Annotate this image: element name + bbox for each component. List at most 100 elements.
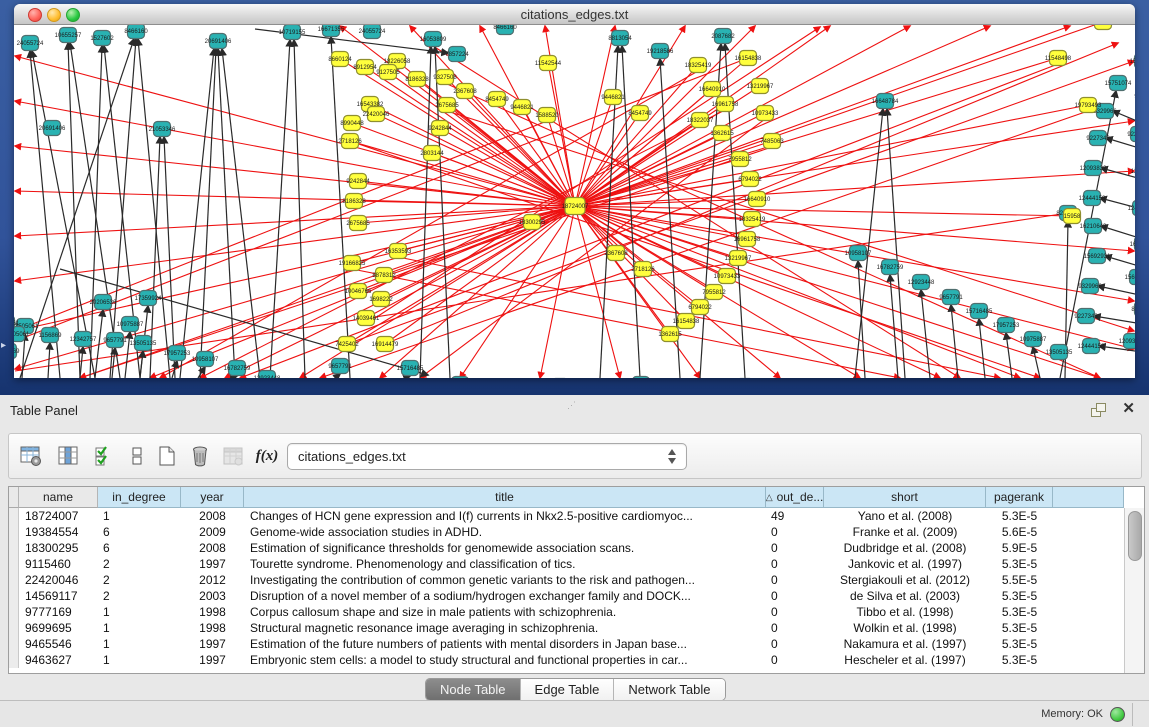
cell-year[interactable]: 1997: [181, 556, 244, 572]
graph-node[interactable]: 8186328: [405, 72, 429, 87]
graph-node[interactable]: 10975887: [117, 317, 144, 332]
graph-node[interactable]: 10958107: [192, 352, 219, 367]
cell-title[interactable]: Corpus callosum shape and size in male p…: [244, 604, 766, 620]
graph-node[interactable]: 17957253: [993, 318, 1020, 333]
red-edge[interactable]: [350, 141, 1040, 378]
tab-edge-table[interactable]: Edge Table: [521, 679, 615, 700]
graph-node[interactable]: 1588520: [535, 108, 559, 123]
cell-name[interactable]: 18300295: [19, 540, 98, 556]
graph-node[interactable]: 11548498: [1090, 25, 1117, 30]
black-edge[interactable]: [200, 49, 216, 378]
black-edge[interactable]: [164, 137, 175, 378]
cell-year[interactable]: 1997: [181, 652, 244, 668]
cell-in_degree[interactable]: 6: [98, 540, 181, 556]
selection-mode-button[interactable]: [91, 442, 119, 470]
cell-name[interactable]: 22420046: [19, 572, 98, 588]
show-columns-button[interactable]: [54, 442, 82, 470]
cell-name[interactable]: 9115460: [19, 556, 98, 572]
cell-out_degree[interactable]: 0: [766, 588, 824, 604]
graph-node[interactable]: 15692931: [1084, 249, 1111, 264]
cell-in_degree[interactable]: 1: [98, 636, 181, 652]
graph-node[interactable]: 9329966: [1078, 279, 1102, 294]
graph-node[interactable]: 10719155: [279, 25, 306, 40]
column-header-name[interactable]: name: [19, 487, 98, 508]
cell-filler[interactable]: [1053, 572, 1124, 588]
graph-node[interactable]: 13505135: [130, 336, 157, 351]
cell-pagerank[interactable]: 5.3E-5: [986, 508, 1053, 524]
graph-node[interactable]: 1156869: [39, 328, 63, 343]
red-edge[interactable]: [548, 63, 575, 206]
graph-node[interactable]: 16782759: [224, 361, 251, 376]
graph-node[interactable]: 2367608: [453, 84, 477, 99]
cell-name[interactable]: 9777169: [19, 604, 98, 620]
cell-out_degree[interactable]: 0: [766, 636, 824, 652]
graph-node[interactable]: 7955812: [728, 152, 752, 167]
black-edge[interactable]: [335, 374, 340, 378]
graph-node[interactable]: 8215953: [1131, 302, 1135, 317]
graph-node[interactable]: 24055724: [17, 36, 44, 51]
cell-in_degree[interactable]: 1: [98, 652, 181, 668]
hidden-panel-arrow-icon[interactable]: ▸: [1, 340, 6, 351]
graph-node[interactable]: 10973433: [752, 106, 779, 121]
red-edge[interactable]: [15, 206, 575, 331]
red-edge[interactable]: [575, 120, 700, 206]
red-edge[interactable]: [398, 257, 1000, 378]
cell-title[interactable]: Investigating the contribution of common…: [244, 572, 766, 588]
cell-pagerank[interactable]: 5.9E-5: [986, 540, 1053, 556]
graph-node[interactable]: 13505135: [1046, 345, 1073, 360]
cell-short[interactable]: Yano et al. (2008): [824, 508, 986, 524]
graph-node[interactable]: 15751074: [1105, 76, 1132, 91]
graph-node[interactable]: 2367608: [604, 246, 628, 261]
graph-node[interactable]: 12923448: [908, 275, 935, 290]
graph-node[interactable]: 11542544: [535, 56, 562, 71]
table-row[interactable]: 911546021997Tourette syndrome. Phenomeno…: [9, 556, 1124, 572]
graph-node[interactable]: 15716485: [966, 304, 993, 319]
black-edge[interactable]: [90, 46, 102, 378]
graph-node[interactable]: 16053809: [420, 32, 447, 47]
red-edge[interactable]: [575, 206, 670, 334]
black-edge[interactable]: [1006, 333, 1012, 378]
black-edge[interactable]: [180, 49, 214, 378]
graph-node[interactable]: 10975887: [628, 377, 655, 379]
black-edge[interactable]: [270, 40, 290, 378]
network-canvas[interactable]: 2405572410655257152760284661602069140610…: [14, 25, 1135, 378]
graph-node[interactable]: 16648784: [872, 94, 899, 109]
graph-node[interactable]: 12342757: [70, 332, 97, 347]
cell-short[interactable]: Hescheler et al. (1997): [824, 652, 986, 668]
cell-in_degree[interactable]: 1: [98, 508, 181, 524]
column-header-pagerank[interactable]: pagerank: [986, 487, 1053, 508]
graph-node[interactable]: 8912954: [353, 60, 377, 75]
cell-year[interactable]: 2009: [181, 524, 244, 540]
graph-node[interactable]: 20691406: [205, 34, 232, 49]
cell-out_degree[interactable]: 0: [766, 556, 824, 572]
cell-gutter[interactable]: [9, 588, 19, 604]
cell-in_degree[interactable]: 2: [98, 556, 181, 572]
cell-gutter[interactable]: [9, 636, 19, 652]
graph-node[interactable]: 16961758: [712, 97, 739, 112]
graph-node[interactable]: 13219967: [747, 79, 774, 94]
cell-filler[interactable]: [1053, 588, 1124, 604]
cell-short[interactable]: Nakamura et al. (1997): [824, 636, 986, 652]
graph-node[interactable]: 7857224: [445, 47, 469, 62]
graph-node[interactable]: 20206536: [90, 295, 117, 310]
cell-name[interactable]: 9699695: [19, 620, 98, 636]
cell-gutter[interactable]: [9, 620, 19, 636]
black-edge[interactable]: [140, 351, 143, 378]
graph-node[interactable]: 1362615: [710, 126, 734, 141]
table-row[interactable]: 1938455462009Genome-wide association stu…: [9, 524, 1124, 540]
cell-year[interactable]: 1998: [181, 604, 244, 620]
graph-node[interactable]: 2675685: [346, 216, 370, 231]
tab-network-table[interactable]: Network Table: [614, 679, 724, 700]
cell-filler[interactable]: [1053, 652, 1124, 668]
table-row[interactable]: 969969511998Structural magnetic resonanc…: [9, 620, 1124, 636]
cell-pagerank[interactable]: 5.3E-5: [986, 620, 1053, 636]
float-panel-icon[interactable]: [1091, 403, 1107, 417]
graph-node[interactable]: 19218586: [647, 44, 674, 59]
cell-pagerank[interactable]: 5.5E-5: [986, 572, 1053, 588]
graph-node[interactable]: 8990448: [340, 116, 364, 131]
graph-node[interactable]: 20691406: [39, 121, 66, 136]
vertical-scrollbar[interactable]: [1124, 508, 1144, 673]
graph-node[interactable]: 15692931: [1125, 270, 1135, 285]
cell-out_degree[interactable]: 0: [766, 652, 824, 668]
cell-gutter[interactable]: [9, 508, 19, 524]
